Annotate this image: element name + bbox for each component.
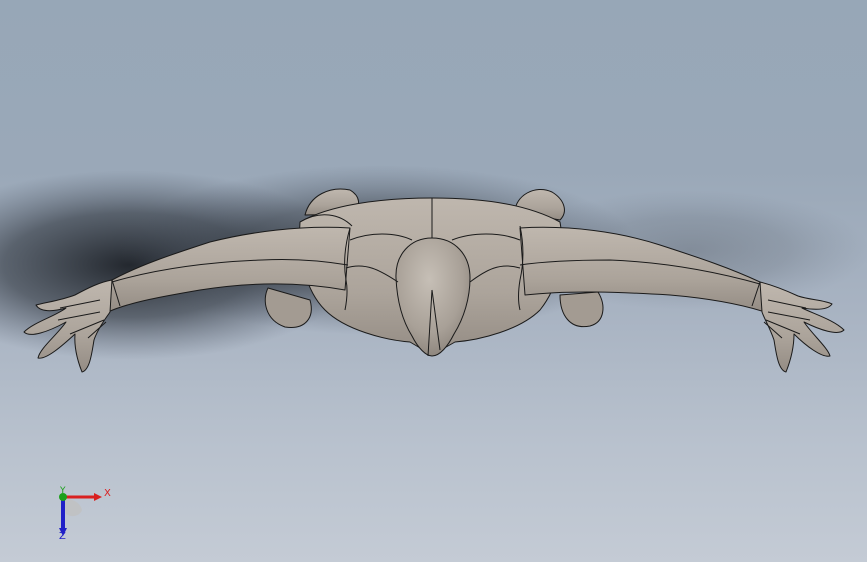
triad-y-label: Y bbox=[60, 486, 66, 496]
reference-triad[interactable]: X Y Z bbox=[50, 484, 111, 544]
triad-x-label: X bbox=[104, 488, 111, 499]
model-view[interactable] bbox=[0, 0, 867, 562]
graphics-viewport[interactable]: X Y Z bbox=[0, 0, 867, 562]
triad-z-label: Z bbox=[59, 531, 66, 542]
right-leg-lump bbox=[559, 291, 604, 328]
